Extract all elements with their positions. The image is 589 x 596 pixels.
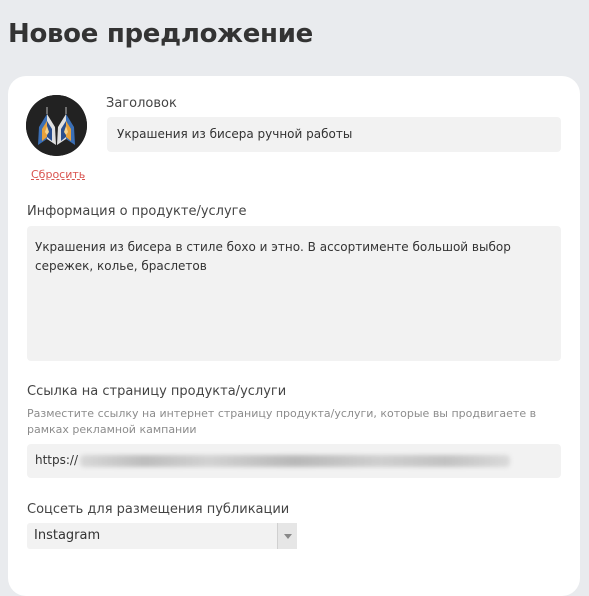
chevron-down-icon[interactable] <box>277 523 297 549</box>
beaded-earrings-icon <box>26 95 87 156</box>
title-input[interactable]: Украшения из бисера ручной работы <box>107 117 561 152</box>
social-network-select[interactable]: Instagram <box>27 523 297 549</box>
page-title: Новое предложение <box>8 19 313 49</box>
title-input-value: Украшения из бисера ручной работы <box>117 127 353 141</box>
product-link-hint: Разместите ссылку на интернет страницу п… <box>27 407 537 436</box>
blurred-url <box>80 454 511 467</box>
product-link-label: Ссылка на страницу продукта/услуги <box>27 384 287 399</box>
title-label: Заголовок <box>106 96 177 111</box>
product-info-textarea[interactable]: Украшения из бисера в стиле бохо и этно.… <box>27 226 561 361</box>
social-network-label: Соцсеть для размещения публикации <box>27 502 290 517</box>
product-info-value: Украшения из бисера в стиле бохо и этно.… <box>35 240 511 273</box>
social-network-selected: Instagram <box>34 528 101 543</box>
product-link-input[interactable]: https:// <box>27 444 561 478</box>
product-image[interactable] <box>26 95 87 156</box>
reset-image-link[interactable]: Сбросить <box>31 168 85 181</box>
product-link-value: https:// <box>35 453 79 467</box>
offer-form-card: Сбросить Заголовок Украшения из бисера р… <box>8 76 580 596</box>
product-info-label: Информация о продукте/услуге <box>27 204 247 219</box>
